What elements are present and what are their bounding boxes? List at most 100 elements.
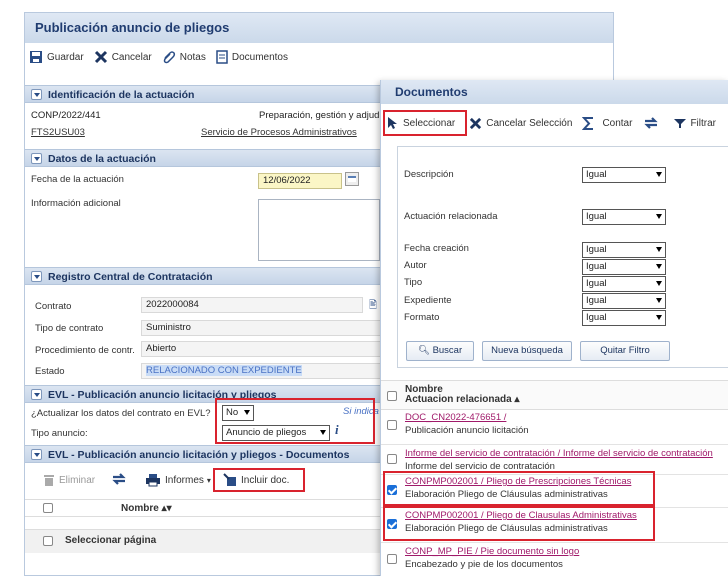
info-label: Información adicional [31, 198, 121, 209]
delete-button[interactable]: Eliminar [43, 473, 95, 487]
filter-value: Igual [586, 312, 607, 323]
doc-list-header: Nombre Actuacion relacionada ▴ [381, 380, 728, 410]
filter-value: Igual [586, 261, 607, 272]
notes-label: Notas [179, 51, 206, 63]
select-all-checkbox[interactable] [43, 503, 53, 513]
count-label: Contar [602, 117, 633, 129]
informes-menu[interactable]: Informes ▾ [145, 473, 211, 487]
filter-label-actuacion: Actuación relacionada [404, 211, 498, 222]
collapse-icon[interactable] [31, 152, 42, 164]
filter-button[interactable]: Filtrar [674, 117, 716, 129]
sort-icon: ▴ [514, 394, 520, 405]
filter-value: Igual [586, 244, 607, 255]
printer-icon [146, 474, 160, 487]
close-icon [94, 50, 107, 64]
search-button[interactable]: 🔍︎ Buscar [406, 341, 474, 361]
tipo-anuncio-label: Tipo anuncio: [31, 428, 88, 439]
doc-title-link[interactable]: CONP_MP_PIE / Pie documento sin logo [405, 546, 579, 557]
filter-value: Igual [586, 169, 607, 180]
info-textarea[interactable] [258, 199, 380, 261]
select-all-checkbox[interactable] [387, 391, 397, 401]
notes-button[interactable]: Notas [162, 50, 206, 64]
column-header[interactable]: Nombre Actuacion relacionada ▴ [405, 385, 520, 405]
save-label: Guardar [47, 51, 84, 63]
filter-label-descripcion: Descripción [404, 169, 454, 180]
window-title: Documentos [381, 80, 728, 104]
count-button[interactable]: Contar [582, 116, 633, 130]
window-title: Publicación anuncio de pliegos [25, 13, 613, 43]
section-title: EVL - Publicación anuncio licitación y p… [48, 449, 350, 461]
collapse-icon[interactable] [31, 448, 42, 460]
date-field[interactable]: 12/06/2022 [258, 173, 342, 189]
cancel-selection-button[interactable]: Cancelar Selección [469, 117, 572, 130]
highlight-box [383, 471, 655, 506]
filter-select-descripcion[interactable]: Igual [582, 167, 666, 183]
refresh-icon[interactable] [642, 116, 664, 130]
document-icon[interactable]: 🖹 [369, 298, 377, 315]
chevron-down-icon [656, 298, 662, 303]
column-actuacion-label: Actuacion relacionada [405, 394, 512, 405]
collapse-icon[interactable] [31, 270, 42, 282]
filter-label-tipo: Tipo [404, 277, 423, 288]
refresh-icon[interactable] [111, 472, 127, 489]
cancel-label: Cancelar [111, 51, 152, 63]
filter-select-fecha[interactable]: Igual [582, 242, 666, 258]
filter-select-actuacion[interactable]: Igual [582, 209, 666, 225]
trash-icon [44, 475, 54, 486]
highlight-box [383, 110, 467, 136]
doc-row[interactable]: CONP_MP_PIE / Pie documento sin logo Enc… [381, 544, 728, 576]
tipo-contrato-label: Tipo de contrato [35, 323, 104, 334]
close-icon [470, 117, 482, 129]
cancel-button[interactable]: Cancelar [94, 50, 152, 64]
filter-label-formato: Formato [404, 312, 440, 323]
calendar-icon[interactable] [345, 172, 359, 186]
chevron-down-icon [656, 172, 662, 177]
section-title: Identificación de la actuación [48, 89, 195, 101]
filter-select-tipo[interactable]: Igual [582, 276, 666, 292]
doc-subtitle: Publicación anuncio licitación [405, 425, 529, 436]
actualizar-label: ¿Actualizar los datos del contrato en EV… [31, 408, 211, 419]
filter-label-autor: Autor [404, 260, 427, 271]
save-button[interactable]: Guardar [29, 50, 84, 64]
column-nombre[interactable]: Nombre ▴▾ [121, 503, 172, 514]
row-checkbox[interactable] [387, 454, 397, 464]
estado-field: RELACIONADO CON EXPEDIENTE [141, 363, 381, 379]
filter-select-autor[interactable]: Igual [582, 259, 666, 275]
collapse-icon[interactable] [31, 88, 42, 100]
select-page-label: Seleccionar página [65, 535, 157, 546]
row-checkbox[interactable] [387, 420, 397, 430]
doc-subtitle: Encabezado y pie de los documentos [405, 559, 563, 570]
documents-button[interactable]: Documentos [216, 50, 288, 64]
estado-value: RELACIONADO CON EXPEDIENTE [146, 365, 302, 376]
chevron-down-icon [656, 264, 662, 269]
paperclip-icon [163, 51, 175, 64]
informes-label: Informes [165, 474, 204, 486]
filter-select-expediente[interactable]: Igual [582, 293, 666, 309]
search-icon: 🔍︎ [417, 345, 430, 356]
new-search-button[interactable]: Nueva búsqueda [482, 341, 572, 361]
service-link[interactable]: Servicio de Procesos Administrativos [201, 127, 357, 138]
collapse-icon[interactable] [31, 388, 42, 400]
doc-title-link[interactable]: Informe del servicio de contratación / I… [405, 448, 713, 459]
filter-select-formato[interactable]: Igual [582, 310, 666, 326]
section-title: Datos de la actuación [48, 153, 156, 165]
select-page-checkbox[interactable] [43, 536, 53, 546]
contrato-field: 2022000084 [141, 297, 363, 313]
main-toolbar: Guardar Cancelar Notas Documentos [25, 43, 613, 71]
remove-filter-button[interactable]: Quitar Filtro [580, 341, 670, 361]
filter-value: Igual [586, 295, 607, 306]
row-checkbox[interactable] [387, 554, 397, 564]
sum-icon [582, 116, 594, 130]
highlight-box [215, 398, 375, 444]
filter-panel: Descripción Igual Actuación relacionada … [397, 146, 728, 368]
chevron-down-icon [656, 247, 662, 252]
user-link[interactable]: FTS2USU03 [31, 127, 85, 138]
funnel-icon [674, 119, 687, 128]
row-divider [381, 542, 728, 543]
doc-title-link[interactable]: DOC_CN2022-476651 / [405, 412, 506, 423]
sort-icon: ▴▾ [161, 503, 172, 514]
doc-row[interactable]: DOC_CN2022-476651 / Publicación anuncio … [381, 410, 728, 444]
search-label: Buscar [432, 345, 463, 356]
filter-label: Filtrar [690, 117, 717, 129]
contrato-label: Contrato [35, 301, 72, 312]
